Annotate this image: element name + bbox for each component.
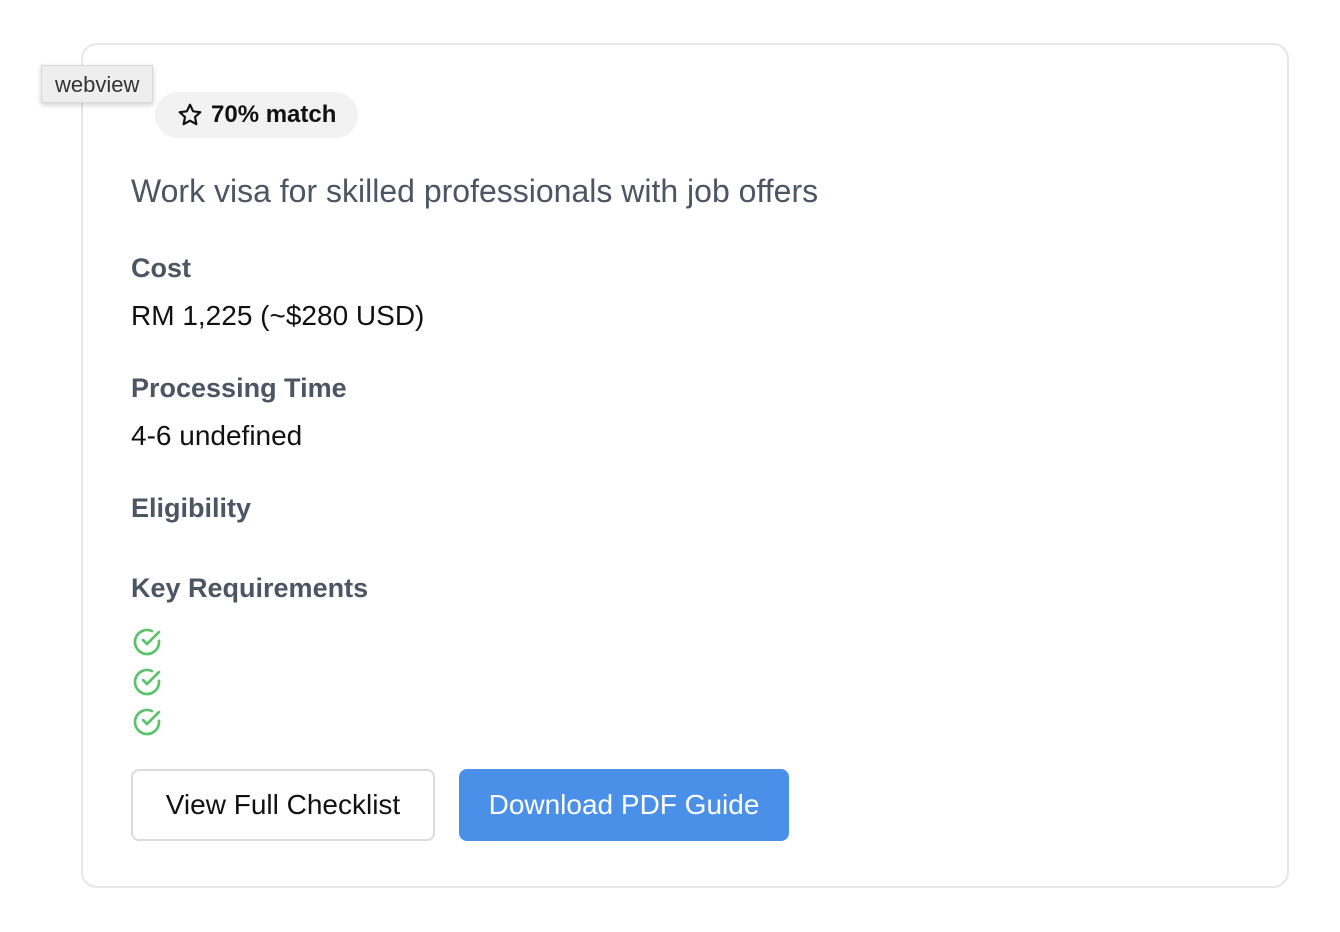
processing-time-value: 4-6 undefined	[131, 420, 303, 451]
eligibility-label: Eligibility	[131, 493, 252, 523]
visa-card: 70% match Work visa for skilled professi…	[81, 43, 1289, 888]
download-pdf-guide-button[interactable]: Download PDF Guide	[459, 769, 789, 841]
cost-label: Cost	[131, 253, 191, 283]
check-circle-icon	[131, 626, 163, 658]
webview-tag: webview	[41, 65, 154, 103]
visa-description: Work visa for skilled professionals with…	[131, 173, 819, 209]
processing-time-label: Processing Time	[131, 373, 347, 403]
key-requirements-label: Key Requirements	[131, 573, 369, 603]
star-icon	[177, 102, 203, 128]
view-full-checklist-button[interactable]: View Full Checklist	[131, 769, 435, 841]
cost-value: RM 1,225 (~$280 USD)	[131, 300, 425, 331]
check-circle-icon	[131, 666, 163, 698]
match-badge: 70% match	[155, 92, 359, 138]
match-text: 70% match	[211, 101, 337, 128]
check-circle-icon	[131, 706, 163, 738]
